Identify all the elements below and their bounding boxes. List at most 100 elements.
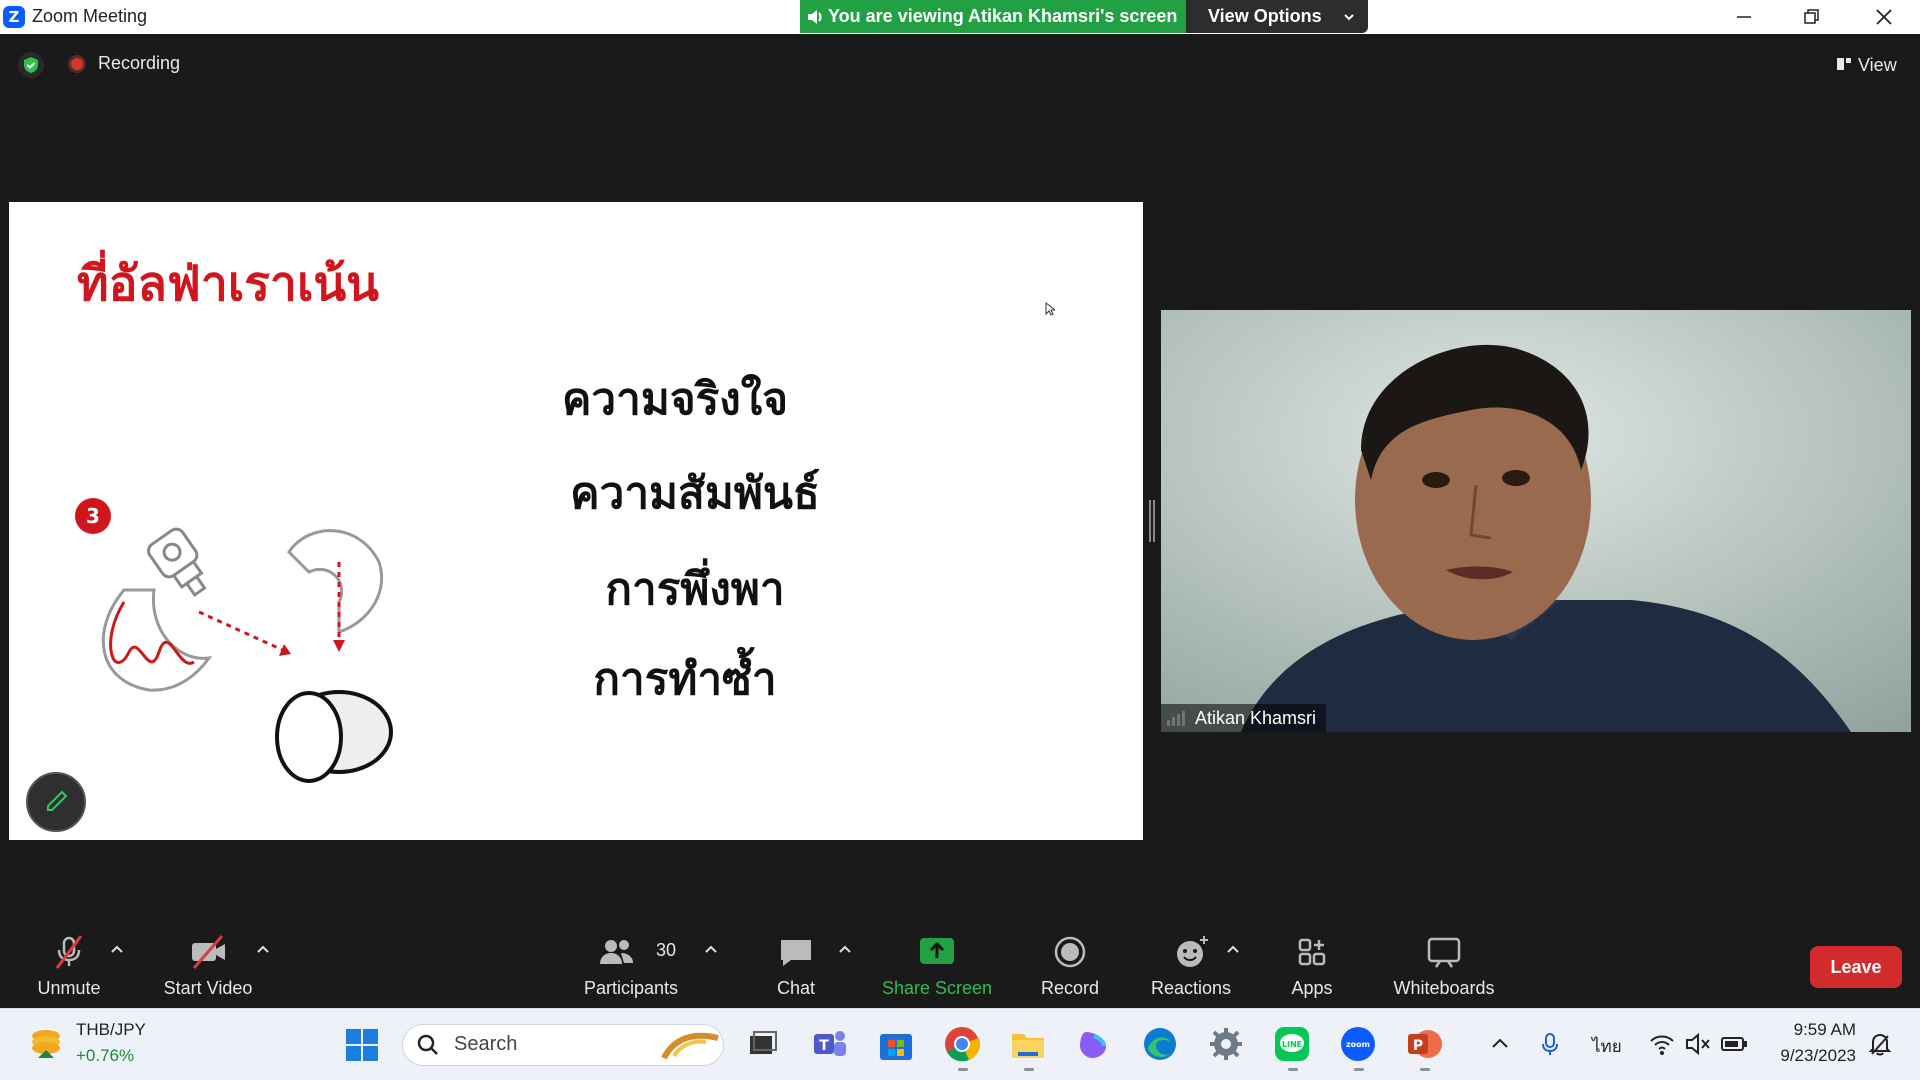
video-options-caret-icon[interactable] <box>256 944 270 954</box>
svg-text:LINE: LINE <box>1282 1040 1302 1049</box>
search-highlight-art-icon <box>661 1032 719 1060</box>
reactions-options-caret-icon[interactable] <box>1226 944 1240 954</box>
participant-camera-image <box>1161 310 1911 732</box>
copilot-icon[interactable] <box>1074 1024 1114 1064</box>
chat-options-caret-icon[interactable] <box>838 944 852 954</box>
start-video-button[interactable]: Start Video <box>158 920 258 1008</box>
powerpoint-icon[interactable]: P <box>1404 1024 1444 1064</box>
search-icon <box>417 1034 438 1055</box>
split-divider-handle[interactable] <box>1148 500 1156 542</box>
microphone-tray-icon[interactable] <box>1536 1030 1564 1058</box>
chevron-down-icon[interactable] <box>1342 10 1356 24</box>
chrome-running-indicator <box>958 1068 968 1071</box>
ticker-change: +0.76% <box>76 1046 135 1065</box>
start-video-label: Start Video <box>163 978 253 998</box>
task-view-icon[interactable] <box>742 1024 782 1064</box>
reactions-icon <box>1177 936 1208 967</box>
microphone-muted-icon <box>55 935 83 969</box>
svg-text:T: T <box>819 1038 829 1054</box>
currency-widget-icon[interactable] <box>28 1024 64 1060</box>
share-screen-icon <box>920 938 954 964</box>
participants-label: Participants <box>583 978 679 998</box>
share-screen-button[interactable]: Share Screen <box>876 920 998 1008</box>
chat-icon <box>781 940 811 966</box>
step-number: 3 <box>86 504 100 528</box>
recording-icon <box>68 55 86 73</box>
recording-label: Recording <box>98 53 181 73</box>
video-off-icon <box>192 935 225 969</box>
viewing-banner: You are viewing Atikan Khamsri's screen <box>800 0 1186 33</box>
slide-line-4: การทำซ้ำ <box>593 654 777 705</box>
whiteboards-label: Whiteboards <box>1393 978 1495 998</box>
apps-label: Apps <box>1291 978 1333 998</box>
whiteboards-button[interactable]: Whiteboards <box>1384 920 1504 1008</box>
ticker-name[interactable]: THB/JPY <box>76 1020 146 1040</box>
speaker-icon <box>808 10 822 24</box>
edge-icon[interactable] <box>1140 1024 1180 1064</box>
reactions-button[interactable]: Reactions <box>1148 920 1234 1008</box>
participants-count: 30 <box>656 940 677 960</box>
battery-icon[interactable] <box>1720 1030 1748 1058</box>
chrome-icon[interactable] <box>942 1024 982 1064</box>
volume-muted-icon[interactable] <box>1684 1030 1712 1058</box>
chat-label: Chat <box>776 978 816 998</box>
chat-button[interactable]: Chat <box>760 920 832 1008</box>
record-label: Record <box>1040 978 1100 998</box>
minimize-icon <box>1737 16 1751 18</box>
apps-button[interactable]: Apps <box>1282 920 1342 1008</box>
windows-start-icon[interactable] <box>344 1027 380 1063</box>
unmute-button[interactable]: Unmute <box>20 920 118 1008</box>
reactions-label: Reactions <box>1150 978 1232 998</box>
explorer-running-indicator <box>1024 1068 1034 1071</box>
leave-button[interactable]: Leave <box>1810 946 1902 988</box>
settings-icon[interactable] <box>1206 1024 1246 1064</box>
glue-tape-illustration: 3 <box>75 498 393 783</box>
search-placeholder: Search <box>454 1033 518 1055</box>
share-screen-label: Share Screen <box>881 978 993 998</box>
wifi-icon[interactable] <box>1648 1030 1676 1058</box>
encryption-shield-icon[interactable] <box>18 52 44 78</box>
participant-name-label: Atikan Khamsri <box>1161 704 1327 732</box>
restore-button[interactable] <box>1782 0 1842 34</box>
line-running-indicator <box>1288 1068 1298 1071</box>
zoom-icon[interactable]: zoom <box>1338 1024 1378 1064</box>
slide-title: ที่อัลฟ่าเราเน้น <box>77 256 379 312</box>
annotate-pen-button[interactable] <box>26 772 86 832</box>
slide-line-2: ความสัมพันธ์ <box>570 468 820 519</box>
whiteboard-icon <box>1427 937 1461 968</box>
clock-date[interactable]: 9/23/2023 <box>1760 1046 1856 1066</box>
slide-line-3: การพึ่งพา <box>605 564 785 615</box>
pen-icon <box>47 790 68 811</box>
slide-line-1: ความจริงใจ <box>561 374 788 425</box>
window-title: Zoom Meeting <box>32 6 148 26</box>
participants-options-caret-icon[interactable] <box>704 944 718 954</box>
teams-icon[interactable]: T <box>810 1024 850 1064</box>
svg-text:zoom: zoom <box>1346 1040 1370 1049</box>
file-explorer-icon[interactable] <box>1008 1024 1048 1064</box>
zoom-logo-icon: Z <box>3 6 25 28</box>
participants-icon <box>600 940 633 964</box>
record-button[interactable]: Record <box>1030 920 1110 1008</box>
input-language-indicator[interactable]: ไทย <box>1592 1033 1622 1060</box>
clock-time[interactable]: 9:59 AM <box>1760 1020 1856 1040</box>
minimize-button[interactable] <box>1714 0 1774 34</box>
record-icon <box>1054 936 1086 968</box>
participant-video[interactable] <box>1161 310 1911 732</box>
view-button[interactable]: View <box>1830 50 1910 80</box>
mouse-cursor-icon <box>1045 302 1055 316</box>
audio-options-caret-icon[interactable] <box>110 944 124 954</box>
shared-screen-slide: ที่อัลฟ่าเราเน้น ความจริงใจ ความสัมพันธ์… <box>9 202 1143 840</box>
view-options-button[interactable]: View Options <box>1186 0 1368 33</box>
restore-icon <box>1804 9 1819 24</box>
apps-icon <box>1298 938 1326 966</box>
participants-button[interactable]: 30 Participants <box>580 920 682 1008</box>
svg-text:P: P <box>1413 1038 1423 1054</box>
microsoft-store-icon[interactable] <box>876 1024 916 1064</box>
line-icon[interactable]: LINE <box>1272 1024 1312 1064</box>
notifications-bell-icon[interactable] <box>1866 1030 1894 1058</box>
powerpoint-running-indicator <box>1420 1068 1430 1071</box>
close-button[interactable] <box>1854 0 1914 34</box>
show-hidden-icons-chevron-icon[interactable] <box>1486 1030 1514 1058</box>
zoom-running-indicator <box>1354 1068 1364 1071</box>
unmute-label: Unmute <box>37 978 101 998</box>
